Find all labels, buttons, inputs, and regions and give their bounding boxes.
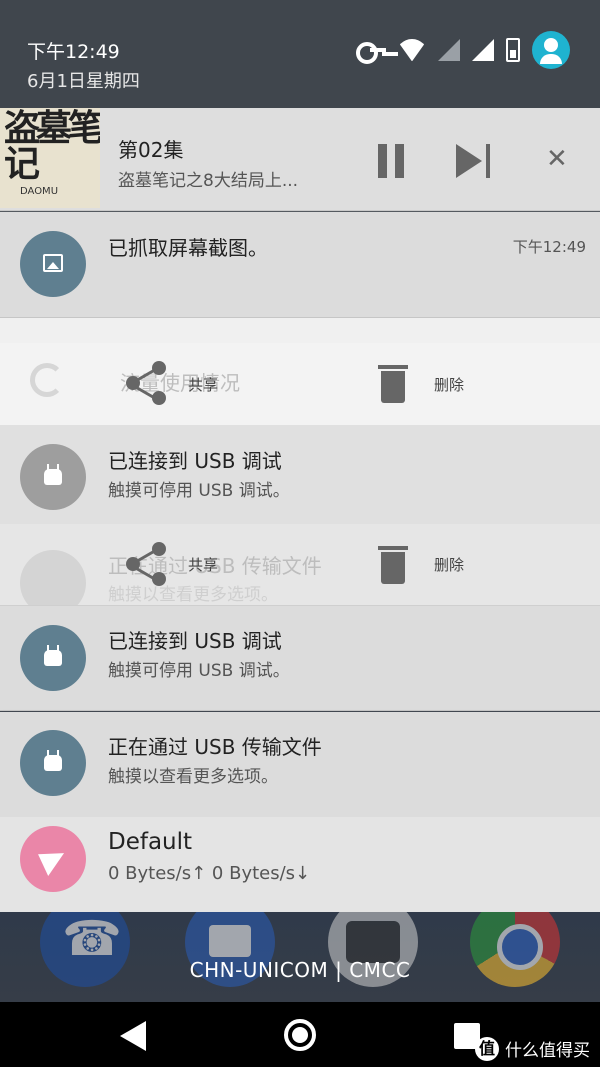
delete-label[interactable]: 删除 — [434, 374, 464, 395]
swipe-action-row: 正在通过 USB 传输文件 触摸以查看更多选项。 共享 删除 — [0, 524, 600, 616]
album-title-art: 盗墓笔记 — [4, 108, 100, 185]
delete-label[interactable]: 删除 — [434, 554, 464, 575]
media-subtitle: 盗墓笔记之8大结局上... — [118, 171, 299, 191]
share-icon[interactable] — [126, 542, 168, 586]
signal-icon — [438, 39, 460, 61]
android-icon — [43, 464, 63, 486]
swipe-action-row: 流量使用情况 共享 删除 — [0, 343, 600, 425]
usb-transfer-notification[interactable]: 正在通过 USB 传输文件 触摸以查看更多选项。 — [0, 712, 600, 817]
media-episode-title: 第02集 — [118, 138, 184, 162]
ghost-divider — [0, 318, 600, 343]
home-icon[interactable] — [284, 1019, 316, 1051]
user-avatar-icon[interactable] — [532, 31, 570, 69]
notification-icon — [20, 231, 86, 297]
notification-icon — [20, 625, 86, 691]
usb-debug-notification[interactable]: 已连接到 USB 调试 触摸可停用 USB 调试。 — [0, 605, 600, 711]
notification-icon — [20, 444, 86, 510]
notification-subtitle: 触摸可停用 USB 调试。 — [108, 481, 290, 501]
status-icons — [356, 31, 570, 69]
carrier-label: CHN-UNICOM | CMCC — [189, 958, 411, 982]
pause-icon[interactable] — [376, 144, 406, 178]
signal-icon — [472, 39, 494, 61]
album-art: 盗墓笔记 DAOMU — [0, 108, 100, 208]
wifi-icon — [398, 39, 426, 61]
header-date[interactable]: 6月1日星期四 — [27, 67, 140, 93]
notification-time: 下午12:49 — [512, 238, 586, 256]
media-notification[interactable]: 盗墓笔记 DAOMU 第02集 盗墓笔记之8大结局上... ✕ — [0, 108, 600, 211]
watermark-text: 什么值得买 — [505, 1041, 590, 1061]
notification-shade-header: 下午12:49 6月1日星期四 — [0, 0, 600, 108]
notification-icon — [20, 826, 86, 892]
android-icon — [43, 645, 63, 667]
data-usage-icon — [30, 363, 64, 397]
album-sub-art: DAOMU — [20, 186, 59, 197]
share-icon[interactable] — [126, 361, 168, 405]
share-label[interactable]: 共享 — [188, 374, 218, 395]
notification-subtitle: 触摸可停用 USB 调试。 — [108, 661, 290, 681]
screenshot-notification[interactable]: 已抓取屏幕截图。 下午12:49 — [0, 212, 600, 318]
image-icon — [43, 254, 63, 272]
paper-plane-icon — [38, 844, 70, 876]
notification-icon — [20, 730, 86, 796]
skip-next-icon[interactable] — [456, 144, 494, 178]
notification-title: 已抓取屏幕截图。 — [108, 236, 268, 260]
usb-debug-notification-ghost[interactable]: 已连接到 USB 调试 触摸可停用 USB 调试。 — [0, 425, 600, 529]
trash-icon[interactable] — [378, 544, 408, 584]
notification-title: 正在通过 USB 传输文件 — [108, 735, 322, 759]
android-icon — [43, 750, 63, 772]
vpn-key-icon — [356, 42, 386, 64]
notification-subtitle: 0 Bytes/s↑ 0 Bytes/s↓ — [108, 863, 311, 884]
header-time: 下午12:49 — [27, 41, 120, 63]
back-icon[interactable] — [120, 1021, 146, 1051]
watermark-logo-icon: 值 — [475, 1036, 499, 1061]
notification-subtitle: 触摸以查看更多选项。 — [108, 767, 278, 787]
close-icon[interactable]: ✕ — [546, 146, 568, 172]
trash-icon[interactable] — [378, 363, 408, 403]
battery-icon — [506, 38, 520, 62]
notification-title: 已连接到 USB 调试 — [108, 449, 282, 473]
notification-title: 已连接到 USB 调试 — [108, 629, 282, 653]
watermark: 值 什么值得买 — [475, 1036, 590, 1061]
network-speed-notification[interactable]: Default 0 Bytes/s↑ 0 Bytes/s↓ — [0, 817, 600, 912]
notification-title: Default — [108, 829, 193, 855]
share-label[interactable]: 共享 — [188, 554, 218, 575]
